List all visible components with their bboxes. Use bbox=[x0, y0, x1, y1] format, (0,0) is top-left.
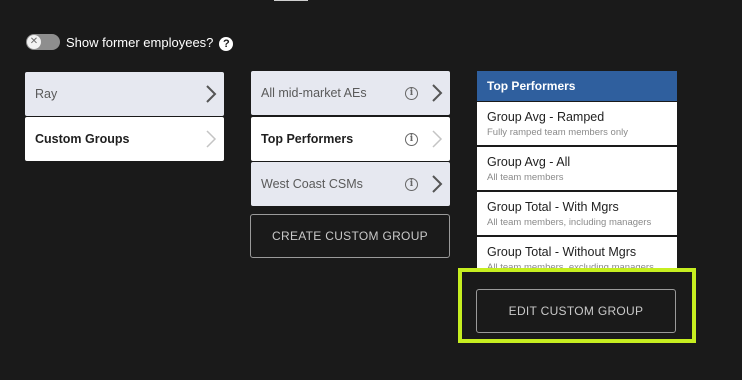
left-item-ray[interactable]: Ray bbox=[25, 72, 224, 116]
create-custom-group-button[interactable]: CREATE CUSTOM GROUP bbox=[250, 214, 450, 258]
help-icon[interactable]: ? bbox=[219, 36, 234, 51]
left-item-label: Ray bbox=[35, 87, 58, 101]
group-item-west-coast[interactable]: West Coast CSMs i bbox=[251, 162, 450, 206]
option-title: Group Total - With Mgrs bbox=[487, 200, 619, 214]
edit-custom-group-button[interactable]: EDIT CUSTOM GROUP bbox=[476, 289, 676, 333]
option-title: Group Avg - All bbox=[487, 155, 571, 169]
top-divider bbox=[274, 0, 308, 1]
left-item-label: Custom Groups bbox=[35, 132, 130, 146]
option-subtitle: All team members bbox=[487, 172, 564, 183]
info-icon[interactable]: i bbox=[405, 177, 418, 191]
option-subtitle: Fully ramped team members only bbox=[487, 127, 628, 138]
former-employees-toggle-row: ✕ Show former employees? ? bbox=[26, 33, 234, 51]
chevron-right-icon bbox=[204, 129, 218, 149]
info-icon[interactable]: i bbox=[405, 86, 418, 100]
info-icon[interactable]: i bbox=[405, 132, 418, 146]
toggle-label: Show former employees? bbox=[66, 34, 214, 50]
chevron-right-icon bbox=[430, 129, 444, 149]
selected-group-header: Top Performers bbox=[477, 71, 677, 101]
group-item-label: All mid-market AEs bbox=[261, 86, 367, 100]
close-icon: ✕ bbox=[27, 35, 41, 49]
aggregation-options-list[interactable]: Group Avg - Ramped Fully ramped team mem… bbox=[477, 101, 677, 271]
option-title: Group Avg - Ramped bbox=[487, 110, 605, 124]
left-item-custom-groups[interactable]: Custom Groups bbox=[25, 117, 224, 161]
chevron-right-icon bbox=[430, 174, 444, 194]
option-subtitle: All team members, including managers bbox=[487, 217, 652, 228]
option-group-total-without-mgrs[interactable]: Group Total - Without Mgrs All team memb… bbox=[477, 237, 677, 271]
group-item-label: Top Performers bbox=[261, 132, 354, 146]
former-employees-toggle[interactable]: ✕ bbox=[26, 34, 60, 50]
option-group-avg-all[interactable]: Group Avg - All All team members bbox=[477, 147, 677, 190]
option-group-total-with-mgrs[interactable]: Group Total - With Mgrs All team members… bbox=[477, 192, 677, 235]
option-group-avg-ramped[interactable]: Group Avg - Ramped Fully ramped team mem… bbox=[477, 102, 677, 145]
group-item-label: West Coast CSMs bbox=[261, 177, 363, 191]
chevron-right-icon bbox=[204, 84, 218, 104]
group-item-mid-market[interactable]: All mid-market AEs i bbox=[251, 71, 450, 115]
group-item-top-performers[interactable]: Top Performers i bbox=[251, 117, 450, 161]
chevron-right-icon bbox=[430, 83, 444, 103]
option-title: Group Total - Without Mgrs bbox=[487, 245, 637, 259]
selected-group-title: Top Performers bbox=[487, 79, 576, 93]
